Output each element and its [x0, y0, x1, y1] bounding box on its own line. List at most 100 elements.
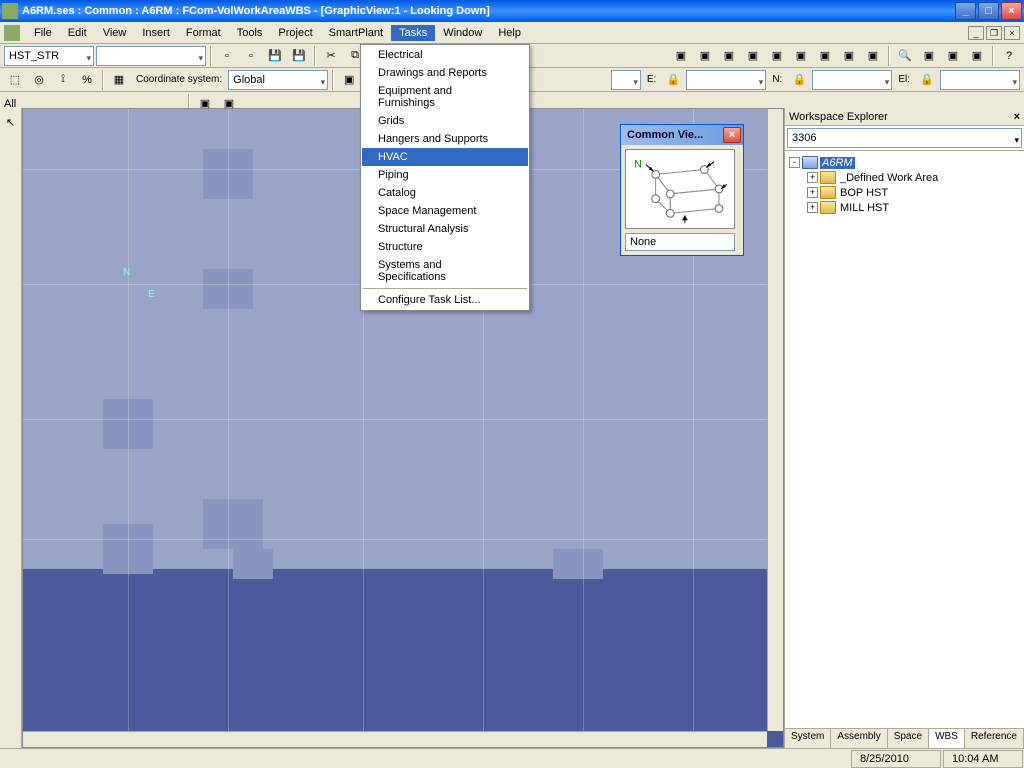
menu-project[interactable]: Project	[270, 25, 320, 41]
menu-item-grids[interactable]: Grids	[362, 112, 528, 130]
menu-item-systems-and-specifications[interactable]: Systems and Specifications	[362, 256, 528, 286]
minimize-button[interactable]: _	[955, 2, 976, 20]
tree-node-label[interactable]: _Defined Work Area	[838, 172, 940, 184]
menu-edit[interactable]: Edit	[60, 25, 95, 41]
menu-item-space-management[interactable]: Space Management	[362, 202, 528, 220]
tasks-dropdown: ElectricalDrawings and ReportsEquipment …	[360, 44, 530, 311]
menu-tools[interactable]: Tools	[229, 25, 271, 41]
tree-root-label[interactable]: A6RM	[820, 157, 855, 169]
tree-node-label[interactable]: MILL HST	[838, 202, 891, 214]
menu-item-structural-analysis[interactable]: Structural Analysis	[362, 220, 528, 238]
menu-tasks[interactable]: Tasks	[391, 25, 435, 41]
menu-smartplant[interactable]: SmartPlant	[321, 25, 391, 41]
percent-icon[interactable]: %	[76, 69, 98, 91]
tree-root[interactable]: - A6RM	[789, 155, 1020, 170]
menu-item-drawings-and-reports[interactable]: Drawings and Reports	[362, 64, 528, 82]
common-view-value[interactable]: None	[625, 233, 735, 251]
combo-2[interactable]	[96, 46, 206, 66]
menu-separator	[363, 288, 527, 289]
target-icon[interactable]: ◎	[28, 69, 50, 91]
menu-format[interactable]: Format	[178, 25, 229, 41]
menu-view[interactable]: View	[95, 25, 135, 41]
cut-icon[interactable]: ✂	[320, 45, 342, 67]
tool-j-icon[interactable]: ▣	[918, 45, 940, 67]
explorer-combo[interactable]: 3306	[787, 128, 1022, 148]
explorer-tab-system[interactable]: System	[785, 729, 831, 748]
view-cube[interactable]: N	[625, 149, 735, 229]
n-combo[interactable]	[812, 70, 892, 90]
coord-system-combo[interactable]: Global	[228, 70, 328, 90]
statusbar: 8/25/2010 10:04 AM	[0, 748, 1024, 768]
explorer-tab-wbs[interactable]: WBS	[929, 729, 965, 748]
viewport-scrollbar-horizontal[interactable]	[23, 731, 767, 747]
tool-g-icon[interactable]: ▣	[814, 45, 836, 67]
tool-c-icon[interactable]: ▣	[718, 45, 740, 67]
layer-combo[interactable]: HST_STR	[4, 46, 94, 66]
folder-icon	[802, 156, 818, 169]
tree-node[interactable]: + BOP HST	[789, 185, 1020, 200]
save-icon[interactable]: 💾	[264, 45, 286, 67]
mdi-minimize-button[interactable]: _	[968, 26, 984, 40]
tool-e-icon[interactable]: ▣	[766, 45, 788, 67]
maximize-button[interactable]: □	[978, 2, 999, 20]
menu-help[interactable]: Help	[490, 25, 529, 41]
menubar: FileEditViewInsertFormatToolsProjectSmar…	[0, 22, 1024, 44]
tree-toggle-icon[interactable]: +	[807, 172, 818, 183]
el-lock-icon[interactable]: 🔒	[916, 69, 938, 91]
e-combo[interactable]	[686, 70, 766, 90]
menu-item-equipment-and-furnishings[interactable]: Equipment and Furnishings	[362, 82, 528, 112]
menu-insert[interactable]: Insert	[134, 25, 178, 41]
common-view-close-button[interactable]: ×	[723, 127, 741, 143]
tree-toggle-icon[interactable]: +	[807, 202, 818, 213]
tree-toggle-icon[interactable]: +	[807, 187, 818, 198]
menu-item-electrical[interactable]: Electrical	[362, 46, 528, 64]
menu-item-hvac[interactable]: HVAC	[362, 148, 528, 166]
menu-file[interactable]: File	[26, 25, 60, 41]
tool-b-icon[interactable]: ▣	[694, 45, 716, 67]
tool-d-icon[interactable]: ▣	[742, 45, 764, 67]
select-tool-icon[interactable]: ↖	[1, 112, 21, 132]
el-combo[interactable]	[940, 70, 1020, 90]
menu-item-catalog[interactable]: Catalog	[362, 184, 528, 202]
e-lock-icon[interactable]: 🔒	[662, 69, 684, 91]
tool-i-icon[interactable]: ▣	[862, 45, 884, 67]
menu-window[interactable]: Window	[435, 25, 490, 41]
explorer-tab-reference[interactable]: Reference	[965, 729, 1024, 748]
explorer-tab-space[interactable]: Space	[888, 729, 929, 748]
titlebar: A6RM.ses : Common : A6RM : FCom-VolWorkA…	[0, 0, 1024, 22]
menu-item-configure-task-list[interactable]: Configure Task List...	[362, 291, 528, 309]
tree-node[interactable]: + _Defined Work Area	[789, 170, 1020, 185]
e-label: E:	[643, 75, 660, 85]
n-label: N:	[768, 75, 786, 85]
grid-icon[interactable]: ▦	[108, 69, 130, 91]
explorer-close-button[interactable]: ×	[1014, 111, 1020, 123]
mdi-close-button[interactable]: ×	[1004, 26, 1020, 40]
tool-a-icon[interactable]: ▣	[670, 45, 692, 67]
close-button[interactable]: ×	[1001, 2, 1022, 20]
axis-icon[interactable]: ⟟	[52, 69, 74, 91]
style-combo[interactable]	[611, 70, 641, 90]
menu-item-hangers-and-supports[interactable]: Hangers and Supports	[362, 130, 528, 148]
save-icon-2[interactable]: 💾	[288, 45, 310, 67]
tool-k-icon[interactable]: ▣	[942, 45, 964, 67]
pick-icon[interactable]: ⬚	[4, 69, 26, 91]
tool-h-icon[interactable]: ▣	[838, 45, 860, 67]
tool-f-icon[interactable]: ▣	[790, 45, 812, 67]
menu-item-structure[interactable]: Structure	[362, 238, 528, 256]
tree-toggle-icon[interactable]: -	[789, 157, 800, 168]
tree-node-label[interactable]: BOP HST	[838, 187, 890, 199]
new-icon[interactable]: ▫	[216, 45, 238, 67]
explorer-tab-assembly[interactable]: Assembly	[831, 729, 887, 748]
mdi-restore-button[interactable]: ❐	[986, 26, 1002, 40]
common-view-titlebar[interactable]: Common Vie... ×	[621, 125, 743, 145]
tool-m-icon[interactable]: ▣	[338, 69, 360, 91]
tree-node[interactable]: + MILL HST	[789, 200, 1020, 215]
common-view-title: Common Vie...	[623, 129, 723, 141]
tool-l-icon[interactable]: ▣	[966, 45, 988, 67]
open-icon[interactable]: ▫	[240, 45, 262, 67]
help-icon[interactable]: ?	[998, 45, 1020, 67]
n-lock-icon[interactable]: 🔒	[788, 69, 810, 91]
zoom-in-icon[interactable]: 🔍	[894, 45, 916, 67]
menu-item-piping[interactable]: Piping	[362, 166, 528, 184]
viewport-scrollbar-vertical[interactable]	[767, 109, 783, 731]
